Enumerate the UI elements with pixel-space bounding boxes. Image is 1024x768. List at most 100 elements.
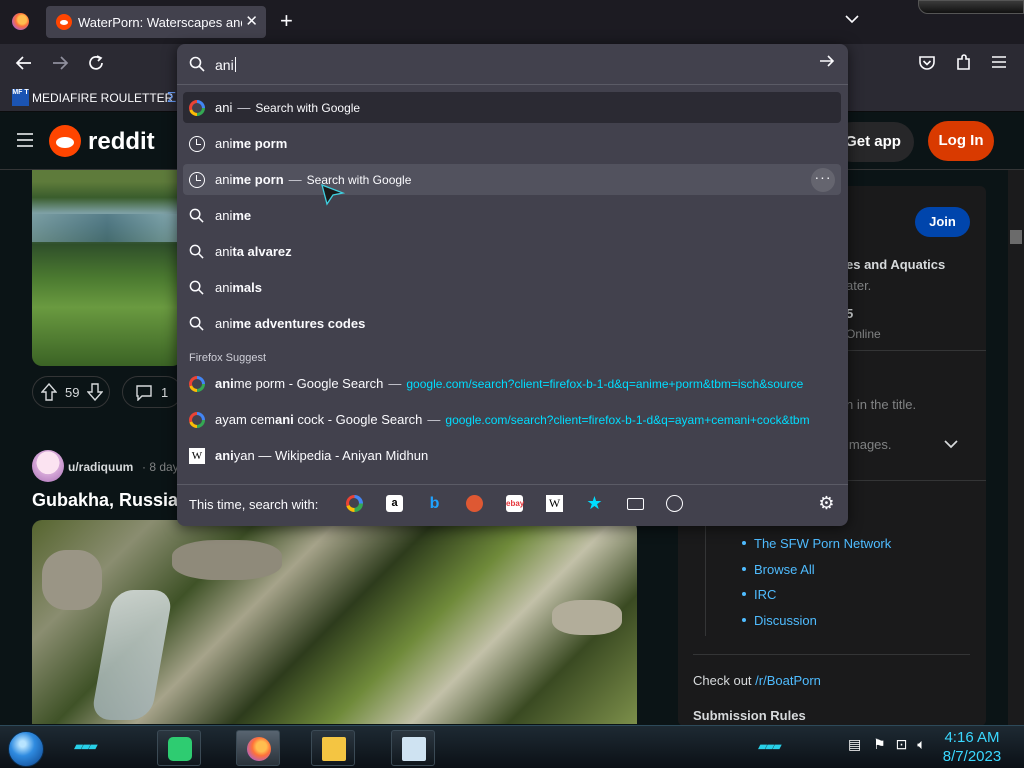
taskbar-app-explorer[interactable] (311, 730, 355, 766)
forward-arrow-icon[interactable] (51, 54, 69, 76)
tabs-icon[interactable] (627, 498, 644, 510)
upvote-icon[interactable] (40, 382, 58, 404)
oneoff-label: This time, search with: (189, 497, 319, 512)
bullet (742, 567, 746, 571)
result-menu-button[interactable]: ··· (811, 168, 835, 192)
urlbar-result-row[interactable]: anita alvarez (183, 236, 841, 267)
checkout-text: Check out /r/BoatPorn (693, 673, 821, 688)
user-avatar[interactable] (32, 450, 64, 482)
reddit-logo-icon[interactable] (49, 125, 81, 157)
firefox-view-icon[interactable] (12, 13, 29, 30)
firefox-suggest-row[interactable]: ayam cemani cock - Google Search — google.… (183, 404, 841, 435)
urlbar-result-row[interactable]: anime adventures codes (183, 308, 841, 339)
search-icon (189, 208, 205, 224)
go-arrow-icon[interactable] (819, 53, 835, 74)
post-image-stream[interactable] (32, 520, 637, 724)
comments-pill[interactable]: 1 (122, 376, 182, 408)
chevron-down-icon[interactable] (944, 436, 958, 454)
taskbar-app-firefox[interactable] (236, 730, 280, 766)
reddit-wordmark[interactable]: reddit (88, 128, 155, 156)
join-button[interactable]: Join (915, 207, 970, 237)
post-author[interactable]: u/radiquum (68, 460, 133, 474)
amazon-engine-icon[interactable]: a (386, 495, 403, 512)
search-icon (189, 56, 205, 77)
reload-icon[interactable] (87, 54, 105, 76)
bullet (742, 592, 746, 596)
search-settings-gear-icon[interactable]: ⚙ (818, 494, 835, 512)
wikipedia-engine-icon[interactable]: W (546, 495, 563, 512)
result-text: anime (215, 208, 251, 223)
result-text: anita alvarez (215, 244, 292, 259)
link-sfw-porn-network[interactable]: The SFW Porn Network (754, 536, 891, 551)
history-icon[interactable] (666, 495, 683, 512)
google-icon (189, 100, 205, 116)
urlbar-result-row[interactable]: animals (183, 272, 841, 303)
result-prefix: ani (215, 172, 233, 187)
link-discussion[interactable]: Discussion (754, 613, 817, 628)
volume-icon[interactable]: 🔈︎ (917, 736, 925, 752)
tab-waterporn[interactable]: WaterPorn: Waterscapes and Aquatics ✕ (46, 6, 266, 38)
new-tab-button[interactable]: + (280, 8, 293, 34)
bookmark-sigma-icon[interactable]: Σ (167, 89, 176, 106)
ebay-engine-icon[interactable]: ebay (506, 495, 524, 512)
downvote-icon[interactable] (86, 383, 104, 404)
reddit-menu-icon[interactable] (16, 131, 34, 154)
flag-icon[interactable]: ⚑ (873, 736, 886, 752)
suggest-separator: — (427, 412, 441, 427)
post-title[interactable]: Gubakha, Russia [ (32, 490, 189, 511)
monitor-app-icon (402, 737, 426, 761)
history-clock-icon (189, 172, 205, 188)
extensions-icon[interactable] (955, 54, 973, 76)
page-scrollbar[interactable] (1008, 170, 1024, 725)
suggest-text: ayam cemani cock - Google Search — google.… (215, 412, 841, 427)
image-rock (552, 600, 622, 635)
taskbar-app-monitor[interactable] (391, 730, 435, 766)
bookmarks-star-icon[interactable]: ★ (586, 494, 603, 512)
firefox-suggest-row[interactable]: Waniyan — Wikipedia - Aniyan Midhun (183, 440, 841, 471)
oneoff-search-row: This time, search with: a b ebay W ★ ⚙ (177, 484, 848, 526)
bing-engine-icon[interactable]: b (426, 495, 443, 512)
images-fragment: images. (846, 437, 892, 452)
app-menu-icon[interactable] (991, 54, 1007, 74)
link-boatporn[interactable]: /r/BoatPorn (755, 673, 821, 688)
urlbar-result-row[interactable]: ani — Search with Google (183, 92, 841, 123)
start-button[interactable] (8, 731, 44, 767)
duckduckgo-engine-icon[interactable] (466, 495, 483, 512)
firefox-suggest-row[interactable]: anime porm - Google Search — google.com/se… (183, 368, 841, 399)
urlbar-result-row[interactable]: anime (183, 200, 841, 231)
urlbar-result-row[interactable]: anime porn — Search with Google ··· (183, 164, 841, 195)
text-caret (234, 57, 236, 72)
list-all-tabs-button[interactable] (845, 11, 859, 27)
result-completion: ta alvarez (232, 244, 292, 259)
suggest-highlight: ani (215, 376, 234, 391)
community-name-fragment: es and Aquatics (846, 257, 946, 272)
result-text: anime adventures codes (215, 316, 365, 331)
page-scrollbar-thumb[interactable] (1010, 230, 1022, 244)
window-controls[interactable] (918, 0, 1024, 14)
log-in-button[interactable]: Log In (928, 121, 994, 161)
image-rock (42, 550, 102, 610)
urlbar-typed-text[interactable]: ani (215, 57, 236, 73)
link-browse-all[interactable]: Browse All (754, 562, 815, 577)
back-arrow-icon[interactable] (15, 54, 33, 76)
typed-value: ani (215, 57, 234, 73)
urlbar-input[interactable]: ani (177, 44, 848, 85)
result-prefix: ani (215, 244, 233, 259)
link-irc[interactable]: IRC (754, 587, 776, 602)
suggest-url: google.com/search?client=firefox-b-1-d&q… (445, 413, 810, 427)
tray-menu-icon[interactable]: ▤ (848, 736, 861, 752)
result-completion: mals (232, 280, 262, 295)
result-prefix: ani (215, 316, 233, 331)
tab-close-icon[interactable]: ✕ (245, 12, 258, 30)
google-engine-icon[interactable] (346, 495, 363, 512)
urlbar-result-row[interactable]: anime porm (183, 128, 841, 159)
taskbar-clock[interactable]: 4:16 AM 8/7/2023 (936, 728, 1008, 766)
post-image-landscape[interactable] (32, 170, 182, 366)
taskbar-app-notes[interactable] (157, 730, 201, 766)
pocket-icon[interactable] (918, 54, 936, 76)
vote-count: 59 (65, 385, 80, 400)
result-action: Search with Google (255, 101, 361, 115)
network-icon[interactable]: ⊡ (896, 736, 908, 752)
bookmark-mediafire-rouletter[interactable]: MEDIAFIRE ROULETTER (32, 91, 173, 105)
result-separator: — (288, 172, 302, 187)
